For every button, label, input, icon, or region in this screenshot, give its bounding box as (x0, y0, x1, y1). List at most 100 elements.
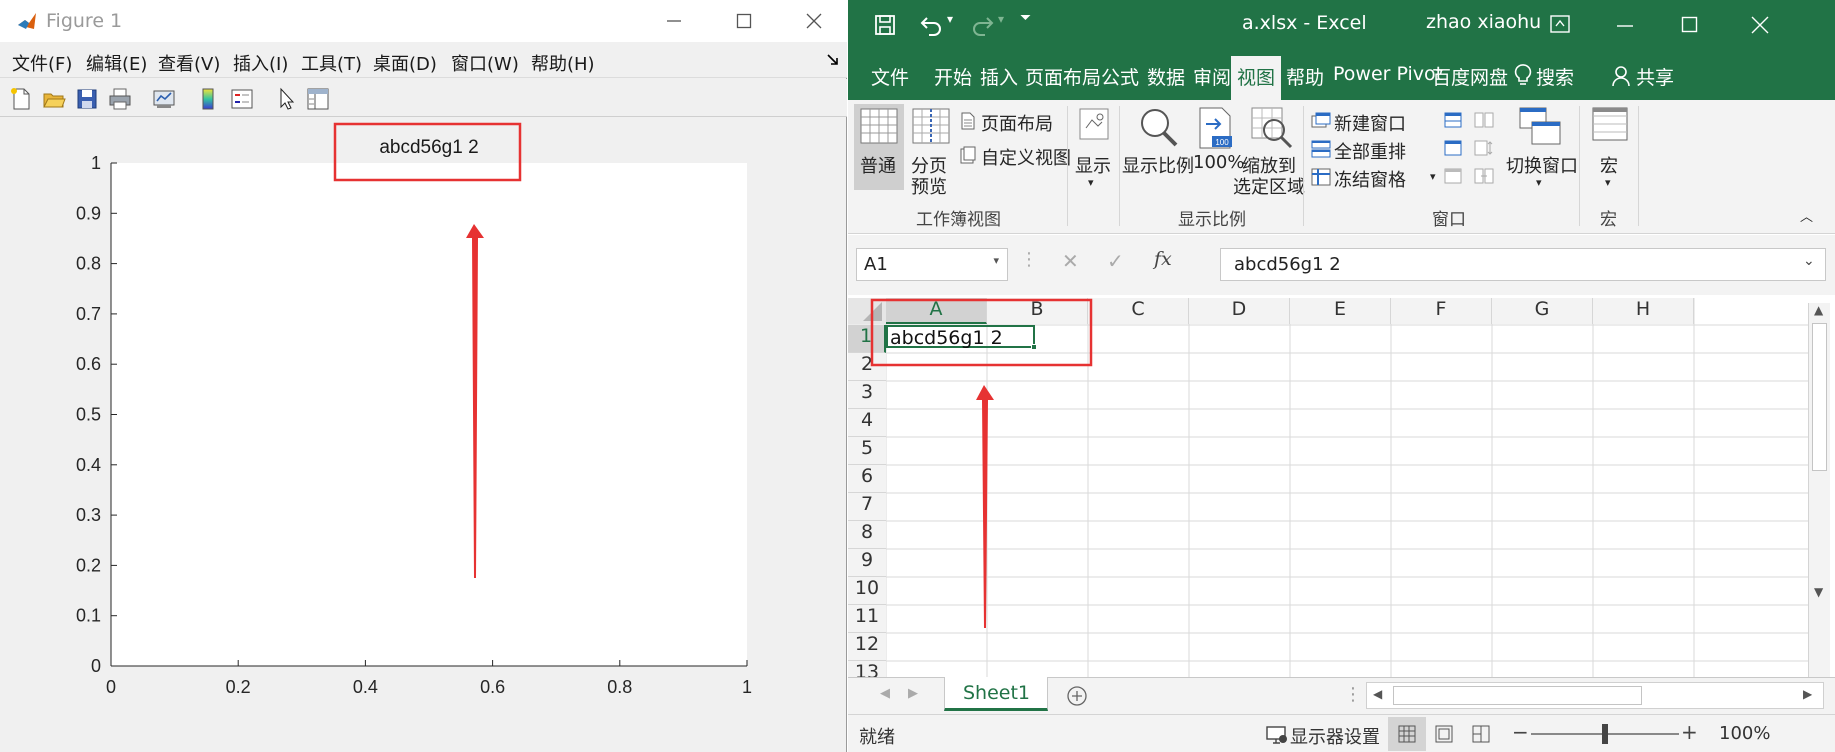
row-header[interactable]: 8 (848, 521, 886, 549)
custom-views-icon[interactable] (960, 146, 976, 164)
tab-insert[interactable]: 插入 (980, 63, 1018, 90)
freeze-panes-dropdown-icon[interactable]: ▾ (1430, 170, 1436, 183)
user-name[interactable]: zhao xiaohu (1426, 11, 1541, 33)
open-folder-icon[interactable] (41, 86, 67, 112)
display-settings-label[interactable]: 显示器设置 (1290, 723, 1380, 749)
row-header[interactable]: 11 (848, 605, 886, 633)
normal-view-status-button[interactable] (1388, 717, 1426, 751)
row-header[interactable]: 5 (848, 437, 886, 465)
column-header[interactable]: A (886, 298, 987, 324)
row-header[interactable]: 7 (848, 493, 886, 521)
switch-windows-dropdown-icon[interactable]: ▾ (1536, 176, 1542, 189)
maximize-icon[interactable] (1681, 16, 1699, 34)
zoom-label[interactable]: 显示比例 (1122, 152, 1194, 178)
macros-dropdown-icon[interactable]: ▾ (1605, 176, 1611, 189)
vertical-scrollbar[interactable]: ▲ ▼ (1808, 303, 1830, 679)
dock-arrow-icon[interactable] (827, 54, 839, 66)
tab-formulas[interactable]: 公式 (1101, 63, 1139, 90)
tab-split-grip-icon[interactable]: ⋮ (1344, 684, 1362, 705)
column-header[interactable]: E (1290, 298, 1391, 324)
new-window-icon[interactable] (1311, 112, 1331, 128)
custom-views-label[interactable]: 自定义视图 (981, 144, 1071, 170)
switch-windows-label[interactable]: 切换窗口 (1506, 152, 1578, 178)
arrange-all-label[interactable]: 全部重排 (1334, 138, 1406, 164)
split-icon[interactable] (1444, 112, 1462, 128)
column-header[interactable]: H (1593, 298, 1694, 324)
cancel-entry-icon[interactable]: ✕ (1062, 249, 1079, 273)
collapse-ribbon-icon[interactable]: ︿ (1800, 206, 1813, 225)
tab-review[interactable]: 审阅 (1193, 63, 1231, 90)
macros-label[interactable]: 宏 (1600, 152, 1618, 178)
row-header[interactable]: 1 (848, 325, 886, 353)
zoom-out-icon[interactable]: − (1512, 720, 1529, 744)
confirm-entry-icon[interactable]: ✓ (1107, 249, 1124, 273)
scroll-right-icon[interactable]: ▶ (1803, 687, 1812, 701)
show-icon[interactable] (1074, 108, 1114, 144)
freeze-panes-icon[interactable] (1311, 168, 1331, 186)
menu-edit[interactable]: 编辑(E) (86, 50, 147, 76)
scroll-down-icon[interactable]: ▼ (1814, 585, 1823, 599)
scroll-up-icon[interactable]: ▲ (1814, 303, 1823, 317)
page-break-preview-icon[interactable] (912, 108, 950, 144)
column-header[interactable]: G (1492, 298, 1593, 324)
share-button[interactable]: 共享 (1636, 63, 1674, 90)
zoom-100-icon[interactable]: 100 (1196, 106, 1236, 150)
select-all-corner[interactable] (848, 298, 886, 324)
magnifier-zoom-icon[interactable] (1138, 106, 1180, 148)
hide-window-icon[interactable] (1444, 140, 1462, 156)
row-header[interactable]: 4 (848, 409, 886, 437)
share-person-icon[interactable] (1612, 65, 1632, 87)
sheet-tab-sheet1[interactable]: Sheet1 (944, 677, 1048, 711)
arrange-all-icon[interactable] (1311, 140, 1331, 158)
ribbon-display-options-icon[interactable] (1550, 15, 1570, 33)
menu-help[interactable]: 帮助(H) (531, 50, 595, 76)
menu-file[interactable]: 文件(F) (12, 50, 72, 76)
scroll-left-icon[interactable]: ◀ (1373, 687, 1382, 701)
minimize-icon[interactable] (1616, 17, 1634, 35)
horizontal-scrollbar[interactable]: ◀ ▶ (1366, 682, 1824, 709)
zoom-in-icon[interactable]: + (1681, 720, 1698, 744)
tab-help[interactable]: 帮助 (1286, 63, 1324, 90)
lightbulb-icon[interactable] (1514, 63, 1532, 87)
prev-sheet-icon[interactable]: ◀ (880, 686, 890, 701)
unhide-window-icon[interactable] (1444, 168, 1462, 184)
colorbar-icon[interactable] (195, 86, 221, 112)
link-plot-icon[interactable] (151, 86, 177, 112)
customize-qat-icon[interactable]: ⏷ (1020, 10, 1031, 26)
new-window-label[interactable]: 新建窗口 (1334, 110, 1406, 136)
tab-search[interactable]: 搜索 (1536, 63, 1574, 90)
display-settings-icon[interactable] (1266, 725, 1288, 745)
zoom-level[interactable]: 100% (1719, 723, 1770, 744)
close-icon[interactable] (1751, 16, 1769, 34)
page-layout-view-icon[interactable] (1435, 725, 1453, 743)
print-icon[interactable] (107, 86, 133, 112)
page-layout-label[interactable]: 页面布局 (981, 110, 1053, 136)
menu-window[interactable]: 窗口(W) (451, 50, 519, 76)
horizontal-scroll-thumb[interactable] (1393, 686, 1642, 705)
zoom-100-label[interactable]: 100% (1193, 152, 1244, 173)
tab-power-pivot[interactable]: Power Pivot (1333, 63, 1443, 85)
next-sheet-icon[interactable]: ▶ (908, 686, 918, 701)
close-button[interactable] (781, 0, 847, 42)
switch-windows-icon[interactable] (1518, 106, 1562, 146)
vertical-scroll-thumb[interactable] (1812, 323, 1827, 471)
reset-window-position-icon[interactable] (1474, 168, 1494, 184)
tab-baidu-netdisk[interactable]: 百度网盘 (1432, 63, 1508, 90)
save-icon[interactable] (874, 14, 896, 36)
name-box-dropdown-icon[interactable]: ▾ (993, 254, 999, 267)
redo-dropdown-icon[interactable]: ▾ (998, 12, 1004, 26)
column-header[interactable]: B (987, 298, 1088, 324)
tab-home[interactable]: 开始 (934, 63, 972, 90)
menu-insert[interactable]: 插入(I) (233, 50, 288, 76)
menu-desktop[interactable]: 桌面(D) (373, 50, 437, 76)
row-header[interactable]: 9 (848, 549, 886, 577)
freeze-panes-label[interactable]: 冻结窗格 (1334, 166, 1406, 192)
legend-icon[interactable] (229, 86, 255, 112)
undo-dropdown-icon[interactable]: ▾ (947, 12, 953, 26)
macros-icon[interactable] (1591, 106, 1631, 146)
insert-function-icon[interactable]: fx (1154, 248, 1172, 270)
redo-icon[interactable] (969, 14, 995, 36)
menu-tools[interactable]: 工具(T) (301, 50, 362, 76)
tab-data[interactable]: 数据 (1147, 63, 1185, 90)
page-break-view-icon[interactable] (1472, 725, 1490, 743)
